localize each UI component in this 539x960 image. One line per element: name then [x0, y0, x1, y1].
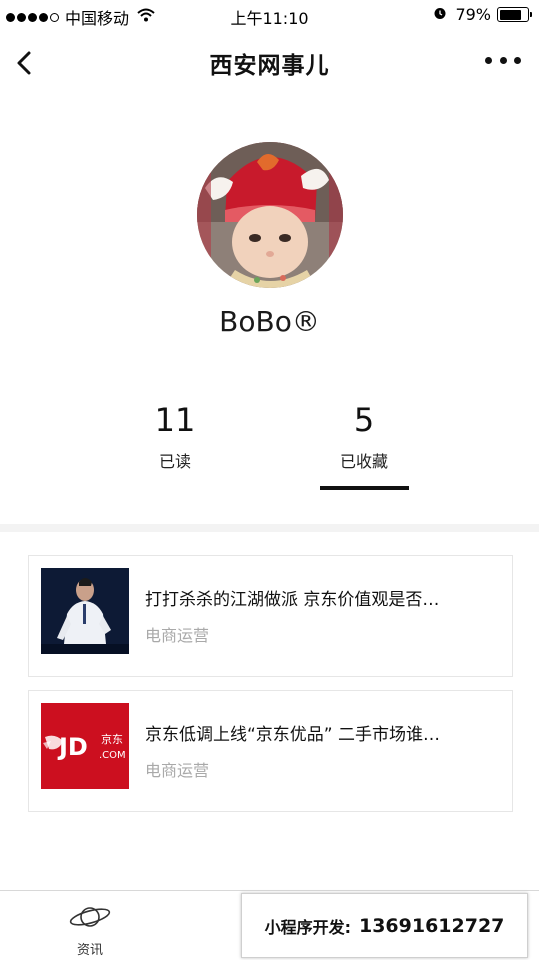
status-bar: 中国移动 上午11:10 79%	[0, 0, 539, 30]
promo-phone: 13691612727	[358, 914, 505, 937]
read-label: 已读	[158, 452, 191, 471]
favorites-label: 已收藏	[339, 452, 388, 471]
username: BoBo®	[219, 305, 320, 338]
avatar	[197, 142, 343, 288]
status-right: 79%	[433, 5, 532, 24]
tab-news[interactable]: 资讯	[56, 903, 124, 958]
more-dots-icon	[485, 56, 492, 64]
svg-text:.COM: .COM	[99, 750, 126, 761]
jd-logo: JD 京东 .COM	[41, 703, 129, 789]
svg-text:京东: 京东	[101, 732, 123, 746]
article-thumbnail: JD 京东 .COM	[41, 703, 129, 789]
tab-favorites[interactable]: 5 已收藏	[294, 400, 434, 472]
svg-text:JD: JD	[57, 733, 88, 761]
article-category: 电商运营	[145, 626, 210, 645]
article-item[interactable]: 打打杀杀的江湖做派 京东价值观是否… 电商运营	[28, 555, 513, 677]
promo-label: 小程序开发:	[264, 917, 351, 937]
battery-percent: 79%	[455, 5, 491, 24]
planet-icon	[69, 907, 111, 927]
favorites-count: 5	[353, 401, 375, 439]
article-category: 电商运营	[145, 761, 210, 780]
article-thumbnail	[41, 568, 129, 654]
article-title: 京东低调上线“京东优品” 二手市场谁…	[145, 725, 441, 745]
section-divider	[0, 524, 539, 532]
more-options-button[interactable]	[485, 48, 521, 72]
battery-icon	[497, 7, 532, 22]
promo-banner: 小程序开发: 13691612727	[241, 893, 528, 958]
tab-read[interactable]: 11 已读	[105, 400, 245, 472]
alarm-icon	[433, 6, 447, 24]
tab-news-label: 资讯	[76, 943, 103, 958]
profile-page: 中国移动 上午11:10 79% 西安网事儿 BoBo® 11 已读 5 已收藏…	[0, 0, 539, 960]
nav-bar: 西安网事儿	[0, 32, 539, 92]
article-item[interactable]: JD 京东 .COM 京东低调上线“京东优品” 二手市场谁… 电商运营	[28, 690, 513, 812]
read-count: 11	[154, 401, 196, 439]
battery-fill	[499, 9, 521, 20]
active-tab-indicator	[320, 486, 409, 490]
page-title: 西安网事儿	[209, 53, 330, 79]
article-title: 打打杀杀的江湖做派 京东价值观是否…	[145, 590, 440, 610]
